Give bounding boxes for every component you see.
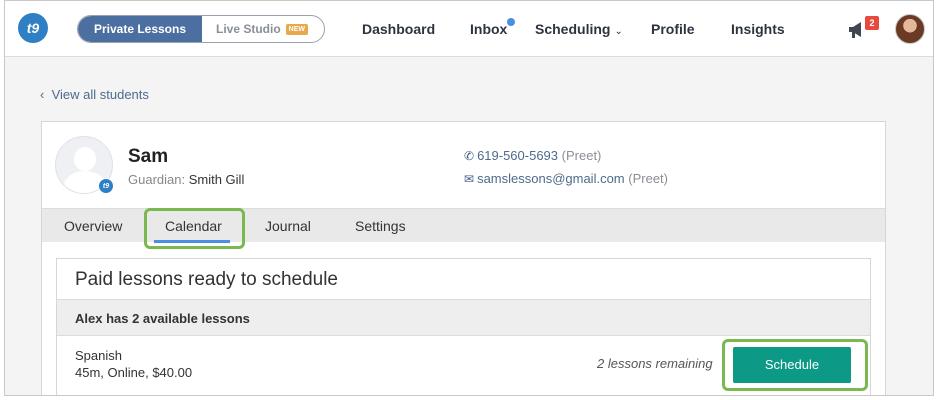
back-link-label: View all students [51,87,149,102]
nav-dashboard[interactable]: Dashboard [362,21,435,37]
live-studio-toggle[interactable]: Live Studio NEW [202,16,324,42]
lesson-details: 45m, Online, $40.00 [75,365,193,380]
paid-lessons-title: Paid lessons ready to schedule [75,269,338,290]
phone-contact: ✆ 619-560-5693 (Preet) [464,148,601,163]
new-badge: NEW [285,24,309,35]
nav-scheduling[interactable]: Scheduling ⌄ [535,21,623,37]
logo-badge-icon: t9 [98,178,114,194]
email-owner: (Preet) [628,171,668,186]
student-card: t9 Sam Guardian: Smith Gill ✆ 619-560-569… [41,121,886,395]
nav-profile[interactable]: Profile [651,21,695,37]
email-address[interactable]: samslessons@gmail.com [477,171,625,186]
paid-lessons-panel: Paid lessons ready to schedule Alex has … [56,258,871,395]
mode-switcher: Private Lessons Live Studio NEW [77,15,325,43]
tab-overview[interactable]: Overview [64,218,122,234]
unread-dot-icon [507,18,515,26]
live-studio-label: Live Studio [216,22,281,36]
tab-journal[interactable]: Journal [265,218,311,234]
calendar-tab-highlight [144,208,245,249]
guardian-name: Smith Gill [188,172,245,187]
chevron-left-icon: ‹ [40,87,45,102]
mail-icon: ✉ [464,172,475,186]
top-nav: t9 Private Lessons Live Studio NEW Dashbo… [5,1,933,57]
logo-icon[interactable]: t9 [18,13,48,43]
phone-number[interactable]: 619-560-5693 [477,148,558,163]
guardian-line: Guardian: Smith Gill [128,172,244,187]
nav-inbox[interactable]: Inbox [470,21,507,37]
nav-scheduling-label: Scheduling [535,21,611,37]
chevron-down-icon: ⌄ [614,26,623,37]
phone-icon: ✆ [464,149,475,163]
nav-insights[interactable]: Insights [731,21,785,37]
tab-settings[interactable]: Settings [355,218,406,234]
student-name: Sam [128,146,169,167]
avatar-head-shape [74,147,96,171]
back-to-students-link[interactable]: ‹ View all students [40,87,149,102]
email-contact: ✉ samslessons@gmail.com (Preet) [464,171,668,186]
schedule-button[interactable]: Schedule [733,347,851,383]
notification-badge: 2 [865,16,879,30]
phone-owner: (Preet) [561,148,602,163]
lessons-remaining: 2 lessons remaining [597,356,713,371]
lesson-name: Spanish [75,348,122,363]
app-window: t9 Private Lessons Live Studio NEW Dashbo… [4,0,934,396]
user-avatar[interactable] [895,14,925,44]
guardian-label: Guardian: [128,172,186,187]
private-lessons-toggle[interactable]: Private Lessons [78,16,202,42]
available-lessons-text: Alex has 2 available lessons [75,311,250,326]
available-lessons-header: Alex has 2 available lessons [57,299,870,336]
